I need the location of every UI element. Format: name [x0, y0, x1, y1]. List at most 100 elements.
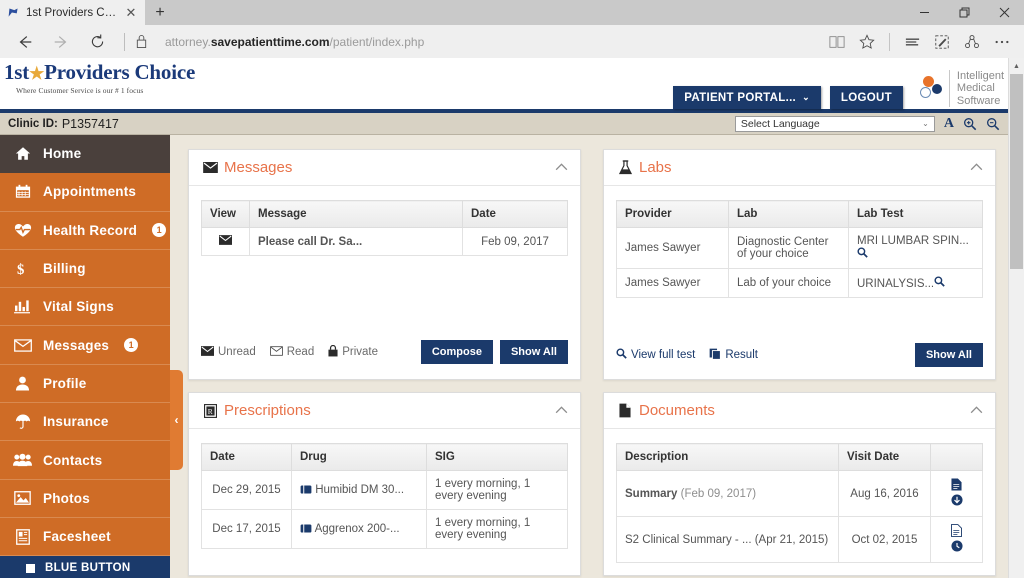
view-full-test-link[interactable]: View full test	[616, 348, 695, 362]
result-link[interactable]: Result	[709, 348, 758, 363]
lab-test[interactable]: URINALYSIS...	[848, 268, 983, 298]
table-row[interactable]: S2 Clinical Summary - ... (Apr 21, 2015)…	[616, 516, 983, 563]
language-select-value: Select Language	[740, 117, 820, 130]
magnifier-icon[interactable]	[857, 247, 868, 261]
chevron-up-icon[interactable]	[970, 405, 983, 417]
table-row[interactable]: Please call Dr. Sa... Feb 09, 2017	[201, 227, 568, 256]
magnifier-icon[interactable]	[934, 276, 945, 290]
language-select[interactable]: Select Language ⌄	[734, 115, 935, 132]
panel-header: Messages	[189, 150, 580, 186]
messages-legend: Unread Read Private	[201, 344, 378, 360]
favorites-star-icon[interactable]	[853, 27, 881, 57]
lab-test[interactable]: MRI LUMBAR SPIN...	[848, 227, 983, 269]
file-icon[interactable]	[951, 524, 962, 540]
sidebar-item-blue-button[interactable]: BLUE BUTTON	[0, 556, 170, 578]
sidebar-item-label: Profile	[43, 375, 87, 391]
message-view-icon[interactable]	[201, 227, 250, 256]
table-row[interactable]: James Sawyer Lab of your choice URINALYS…	[616, 268, 983, 298]
logo-tagline: Where Customer Service is our # 1 focus	[16, 86, 144, 95]
panel-spacer	[616, 298, 983, 331]
sidebar-item-vital-signs[interactable]: Vital Signs	[0, 288, 170, 327]
ims-mark-icon	[919, 76, 943, 100]
font-size-icon[interactable]: A	[944, 116, 954, 132]
prescription-drug[interactable]: Aggrenox 200-...	[291, 509, 427, 549]
chevron-up-icon[interactable]	[555, 405, 568, 417]
sidebar-item-insurance[interactable]: Insurance	[0, 403, 170, 442]
labs-show-all-button[interactable]: Show All	[914, 343, 983, 367]
table-row[interactable]: Dec 17, 2015 Aggrenox 200-... 1 every mo…	[201, 509, 568, 549]
clock-icon[interactable]	[950, 540, 963, 555]
prescriptions-panel: R Prescriptions Date Drug SIG Dec 29, 20…	[188, 392, 581, 576]
hub-icon[interactable]	[898, 27, 926, 57]
sidebar-item-photos[interactable]: Photos	[0, 480, 170, 518]
zoom-out-icon[interactable]	[986, 117, 1000, 131]
panel-footer: View full test Result Show All	[604, 343, 995, 379]
patient-portal-button[interactable]: PATIENT PORTAL... ⌄	[673, 86, 821, 109]
messages-panel: Messages View Message Date Please call D…	[188, 149, 581, 380]
download-icon[interactable]	[950, 494, 963, 509]
logout-button[interactable]: LOGOUT	[829, 86, 903, 109]
messages-show-all-button[interactable]: Show All	[499, 340, 568, 364]
sidebar-item-home[interactable]: Home	[0, 135, 170, 174]
pill-icon	[300, 484, 312, 496]
reading-view-icon[interactable]	[823, 27, 851, 57]
documents-panel: Documents Description Visit Date Summary…	[603, 392, 996, 576]
tab-close-icon[interactable]: ✕	[123, 6, 139, 19]
sidebar-item-contacts[interactable]: Contacts	[0, 441, 170, 480]
prescriptions-table: Date Drug SIG Dec 29, 2015 Humibid DM 30…	[201, 443, 568, 549]
close-icon[interactable]	[984, 0, 1024, 25]
sidebar-item-billing[interactable]: $ Billing	[0, 250, 170, 289]
lock-icon	[131, 34, 151, 49]
prescription-drug[interactable]: Humibid DM 30...	[291, 470, 427, 510]
panel-footer: Unread Read Private Compose Show All	[189, 340, 580, 376]
users-icon	[13, 453, 32, 467]
sidebar-badge: 1	[124, 338, 139, 353]
table-row[interactable]: James Sawyer Diagnostic Center of your c…	[616, 227, 983, 269]
page-scrollbar[interactable]: ▲	[1008, 58, 1024, 578]
file-icon[interactable]	[951, 478, 962, 494]
address-bar[interactable]: attorney.savepatienttime.com/patient/ind…	[122, 27, 821, 57]
compose-button[interactable]: Compose	[420, 340, 493, 364]
minimize-icon[interactable]	[904, 0, 944, 25]
chevron-up-icon[interactable]	[555, 162, 568, 174]
refresh-button[interactable]	[80, 27, 114, 57]
message-subject[interactable]: Please call Dr. Sa...	[249, 227, 463, 256]
forward-button[interactable]	[44, 27, 78, 57]
scrollbar-thumb[interactable]	[1010, 74, 1023, 269]
column-header: SIG	[426, 443, 568, 471]
lab-name: Diagnostic Center of your choice	[728, 227, 849, 269]
panel-header: Labs	[604, 150, 995, 186]
table-row[interactable]: Summary (Feb 09, 2017) Aug 16, 2016	[616, 470, 983, 517]
sidebar-item-appointments[interactable]: Appointments	[0, 173, 170, 212]
column-header: Drug	[291, 443, 427, 471]
web-note-icon[interactable]	[928, 27, 956, 57]
document-icon	[616, 403, 634, 418]
zoom-in-icon[interactable]	[963, 117, 977, 131]
share-icon[interactable]	[958, 27, 986, 57]
panel-spacer	[201, 256, 568, 328]
tab-strip: 1st Providers Choice ✕ +	[0, 0, 1024, 25]
back-button[interactable]	[8, 27, 42, 57]
restore-icon[interactable]	[944, 0, 984, 25]
table-row[interactable]: Dec 29, 2015 Humibid DM 30... 1 every mo…	[201, 470, 568, 510]
sidebar-item-health-record[interactable]: Health Record 1	[0, 212, 170, 250]
new-tab-button[interactable]: +	[145, 0, 175, 25]
document-description[interactable]: S2 Clinical Summary - ... (Apr 21, 2015)	[616, 516, 839, 563]
more-options-icon[interactable]	[988, 27, 1016, 57]
sidebar-item-profile[interactable]: Profile	[0, 365, 170, 404]
sidebar-collapse-handle[interactable]: ‹	[170, 370, 183, 470]
scroll-up-arrow-icon[interactable]: ▲	[1009, 58, 1024, 74]
document-description[interactable]: Summary (Feb 09, 2017)	[616, 470, 839, 517]
chevron-up-icon[interactable]	[970, 162, 983, 174]
sidebar-badge: 1	[152, 223, 167, 238]
lab-provider: James Sawyer	[616, 227, 729, 269]
sidebar-item-label: Home	[43, 146, 82, 162]
site-logo[interactable]: 1st★Providers Choice Where Customer Serv…	[0, 58, 195, 96]
sidebar-item-messages[interactable]: Messages 1	[0, 326, 170, 365]
messages-actions: Compose Show All	[420, 340, 568, 364]
panel-body: Provider Lab Lab Test James Sawyer Diagn…	[604, 186, 995, 343]
lock-icon	[328, 344, 338, 360]
sidebar-item-facesheet[interactable]: Facesheet	[0, 518, 170, 557]
user-icon	[13, 376, 32, 391]
browser-tab[interactable]: 1st Providers Choice ✕	[0, 0, 145, 25]
